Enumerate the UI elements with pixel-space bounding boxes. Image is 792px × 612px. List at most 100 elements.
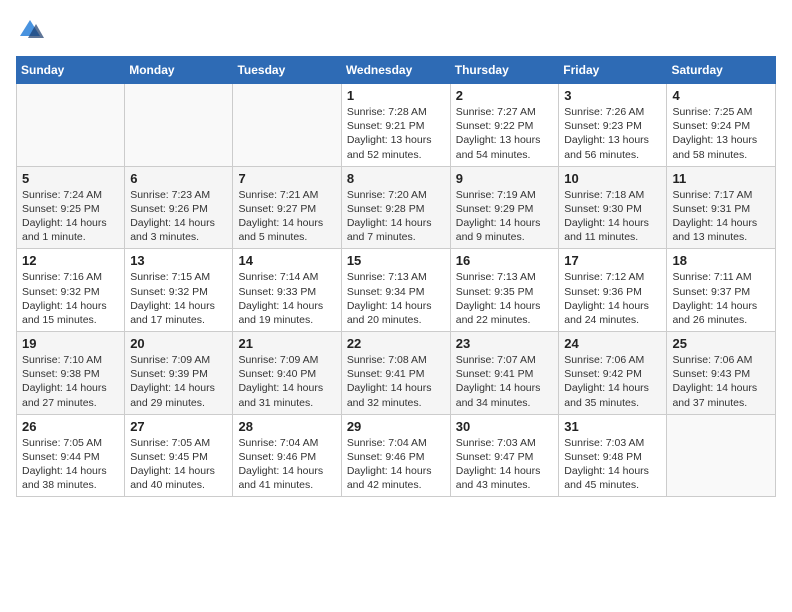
day-number: 29 — [347, 419, 445, 434]
weekday-header: Saturday — [667, 57, 776, 84]
day-number: 4 — [672, 88, 770, 103]
calendar-cell: 25 Sunrise: 7:06 AMSunset: 9:43 PMDayligh… — [667, 332, 776, 415]
day-info: Sunrise: 7:20 AMSunset: 9:28 PMDaylight:… — [347, 188, 445, 245]
day-info: Sunrise: 7:28 AMSunset: 9:21 PMDaylight:… — [347, 105, 445, 162]
day-number: 1 — [347, 88, 445, 103]
day-info: Sunrise: 7:10 AMSunset: 9:38 PMDaylight:… — [22, 353, 119, 410]
calendar-cell: 15 Sunrise: 7:13 AMSunset: 9:34 PMDayligh… — [341, 249, 450, 332]
calendar-cell: 4Sunrise: 7:25 AMSunset: 9:24 PMDaylight… — [667, 84, 776, 167]
calendar-cell: 28 Sunrise: 7:04 AMSunset: 9:46 PMDayligh… — [233, 414, 341, 497]
day-number: 3 — [564, 88, 661, 103]
calendar-cell: 23Sunrise: 7:07 AMSunset: 9:41 PMDayligh… — [450, 332, 559, 415]
calendar-cell: 30Sunrise: 7:03 AMSunset: 9:47 PMDayligh… — [450, 414, 559, 497]
calendar-cell: 9 Sunrise: 7:19 AMSunset: 9:29 PMDaylight… — [450, 166, 559, 249]
calendar-cell — [233, 84, 341, 167]
day-number: 13 — [130, 253, 227, 268]
calendar-week-row: 19 Sunrise: 7:10 AMSunset: 9:38 PMDayligh… — [17, 332, 776, 415]
weekday-header: Wednesday — [341, 57, 450, 84]
calendar-cell: 12 Sunrise: 7:16 AMSunset: 9:32 PMDayligh… — [17, 249, 125, 332]
day-info: Sunrise: 7:05 AMSunset: 9:44 PMDaylight:… — [22, 436, 119, 493]
calendar-week-row: 12 Sunrise: 7:16 AMSunset: 9:32 PMDayligh… — [17, 249, 776, 332]
calendar-cell: 19 Sunrise: 7:10 AMSunset: 9:38 PMDayligh… — [17, 332, 125, 415]
day-info: Sunrise: 7:06 AMSunset: 9:42 PMDaylight:… — [564, 353, 661, 410]
day-number: 12 — [22, 253, 119, 268]
day-info: Sunrise: 7:09 AMSunset: 9:40 PMDaylight:… — [238, 353, 335, 410]
day-number: 30 — [456, 419, 554, 434]
day-info: Sunrise: 7:14 AMSunset: 9:33 PMDaylight:… — [238, 270, 335, 327]
calendar-cell: 10 Sunrise: 7:18 AMSunset: 9:30 PMDayligh… — [559, 166, 667, 249]
calendar-cell — [17, 84, 125, 167]
day-number: 18 — [672, 253, 770, 268]
calendar-week-row: 1 Sunrise: 7:28 AMSunset: 9:21 PMDaylight… — [17, 84, 776, 167]
calendar-cell: 31 Sunrise: 7:03 AMSunset: 9:48 PMDayligh… — [559, 414, 667, 497]
weekday-header: Friday — [559, 57, 667, 84]
day-number: 31 — [564, 419, 661, 434]
weekday-header: Thursday — [450, 57, 559, 84]
day-number: 26 — [22, 419, 119, 434]
calendar-cell: 13 Sunrise: 7:15 AMSunset: 9:32 PMDayligh… — [125, 249, 233, 332]
day-number: 2 — [456, 88, 554, 103]
calendar-cell: 7 Sunrise: 7:21 AMSunset: 9:27 PMDaylight… — [233, 166, 341, 249]
day-info: Sunrise: 7:04 AMSunset: 9:46 PMDaylight:… — [238, 436, 335, 493]
weekday-header: Sunday — [17, 57, 125, 84]
day-info: Sunrise: 7:08 AMSunset: 9:41 PMDaylight:… — [347, 353, 445, 410]
day-number: 5 — [22, 171, 119, 186]
day-number: 11 — [672, 171, 770, 186]
logo — [16, 16, 46, 44]
calendar-cell: 16 Sunrise: 7:13 AMSunset: 9:35 PMDayligh… — [450, 249, 559, 332]
calendar-cell: 20 Sunrise: 7:09 AMSunset: 9:39 PMDayligh… — [125, 332, 233, 415]
day-info: Sunrise: 7:23 AMSunset: 9:26 PMDaylight:… — [130, 188, 227, 245]
day-number: 17 — [564, 253, 661, 268]
day-info: Sunrise: 7:21 AMSunset: 9:27 PMDaylight:… — [238, 188, 335, 245]
calendar-cell: 2 Sunrise: 7:27 AMSunset: 9:22 PMDaylight… — [450, 84, 559, 167]
calendar-cell: 3Sunrise: 7:26 AMSunset: 9:23 PMDaylight… — [559, 84, 667, 167]
logo-icon — [16, 16, 44, 44]
day-info: Sunrise: 7:16 AMSunset: 9:32 PMDaylight:… — [22, 270, 119, 327]
calendar-cell: 14 Sunrise: 7:14 AMSunset: 9:33 PMDayligh… — [233, 249, 341, 332]
day-info: Sunrise: 7:11 AMSunset: 9:37 PMDaylight:… — [672, 270, 770, 327]
day-info: Sunrise: 7:19 AMSunset: 9:29 PMDaylight:… — [456, 188, 554, 245]
day-number: 20 — [130, 336, 227, 351]
calendar-cell: 17Sunrise: 7:12 AMSunset: 9:36 PMDayligh… — [559, 249, 667, 332]
day-info: Sunrise: 7:06 AMSunset: 9:43 PMDaylight:… — [672, 353, 770, 410]
day-number: 25 — [672, 336, 770, 351]
day-info: Sunrise: 7:15 AMSunset: 9:32 PMDaylight:… — [130, 270, 227, 327]
day-info: Sunrise: 7:03 AMSunset: 9:48 PMDaylight:… — [564, 436, 661, 493]
weekday-header: Monday — [125, 57, 233, 84]
calendar-cell: 1 Sunrise: 7:28 AMSunset: 9:21 PMDaylight… — [341, 84, 450, 167]
day-info: Sunrise: 7:13 AMSunset: 9:35 PMDaylight:… — [456, 270, 554, 327]
day-info: Sunrise: 7:18 AMSunset: 9:30 PMDaylight:… — [564, 188, 661, 245]
calendar-cell: 6 Sunrise: 7:23 AMSunset: 9:26 PMDaylight… — [125, 166, 233, 249]
calendar-cell: 26 Sunrise: 7:05 AMSunset: 9:44 PMDayligh… — [17, 414, 125, 497]
day-number: 19 — [22, 336, 119, 351]
day-number: 9 — [456, 171, 554, 186]
day-number: 6 — [130, 171, 227, 186]
calendar-cell: 21Sunrise: 7:09 AMSunset: 9:40 PMDayligh… — [233, 332, 341, 415]
day-info: Sunrise: 7:17 AMSunset: 9:31 PMDaylight:… — [672, 188, 770, 245]
day-number: 15 — [347, 253, 445, 268]
day-info: Sunrise: 7:04 AMSunset: 9:46 PMDaylight:… — [347, 436, 445, 493]
weekday-header: Tuesday — [233, 57, 341, 84]
day-number: 10 — [564, 171, 661, 186]
day-info: Sunrise: 7:24 AMSunset: 9:25 PMDaylight:… — [22, 188, 119, 245]
day-info: Sunrise: 7:09 AMSunset: 9:39 PMDaylight:… — [130, 353, 227, 410]
day-number: 16 — [456, 253, 554, 268]
calendar-cell: 11 Sunrise: 7:17 AMSunset: 9:31 PMDayligh… — [667, 166, 776, 249]
day-number: 27 — [130, 419, 227, 434]
day-number: 14 — [238, 253, 335, 268]
day-number: 22 — [347, 336, 445, 351]
calendar-cell: 5 Sunrise: 7:24 AMSunset: 9:25 PMDaylight… — [17, 166, 125, 249]
calendar-table: SundayMondayTuesdayWednesdayThursdayFrid… — [16, 56, 776, 497]
day-info: Sunrise: 7:13 AMSunset: 9:34 PMDaylight:… — [347, 270, 445, 327]
weekday-header-row: SundayMondayTuesdayWednesdayThursdayFrid… — [17, 57, 776, 84]
day-number: 7 — [238, 171, 335, 186]
day-info: Sunrise: 7:07 AMSunset: 9:41 PMDaylight:… — [456, 353, 554, 410]
calendar-week-row: 5 Sunrise: 7:24 AMSunset: 9:25 PMDaylight… — [17, 166, 776, 249]
calendar-cell: 18 Sunrise: 7:11 AMSunset: 9:37 PMDayligh… — [667, 249, 776, 332]
calendar-cell: 8Sunrise: 7:20 AMSunset: 9:28 PMDaylight… — [341, 166, 450, 249]
day-info: Sunrise: 7:27 AMSunset: 9:22 PMDaylight:… — [456, 105, 554, 162]
calendar-cell — [125, 84, 233, 167]
day-number: 28 — [238, 419, 335, 434]
day-info: Sunrise: 7:05 AMSunset: 9:45 PMDaylight:… — [130, 436, 227, 493]
calendar-cell: 22 Sunrise: 7:08 AMSunset: 9:41 PMDayligh… — [341, 332, 450, 415]
